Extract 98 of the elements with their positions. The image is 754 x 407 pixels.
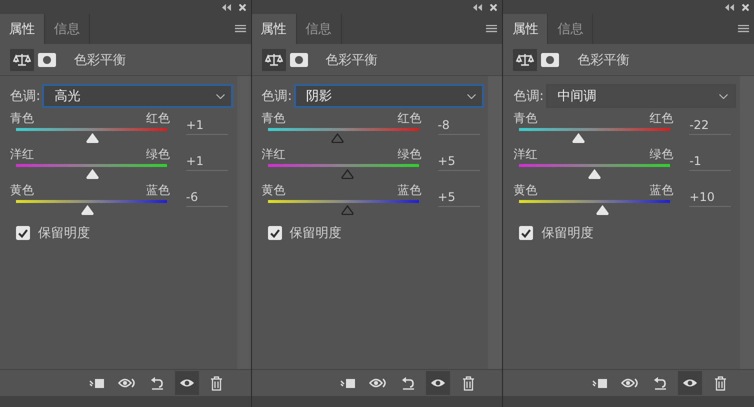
slider-left-label: 黄色 <box>262 184 286 197</box>
scroll-bar[interactable] <box>236 76 251 369</box>
slider-value-field[interactable]: +1 <box>186 148 228 171</box>
slider-value-field[interactable]: +10 <box>689 184 732 207</box>
color-slider[interactable] <box>519 200 670 216</box>
adjustment-button[interactable] <box>262 48 286 70</box>
panel-tab[interactable]: 属性 <box>252 14 297 44</box>
collapse-icon[interactable] <box>473 4 482 10</box>
slider-value-field[interactable]: -1 <box>689 148 732 171</box>
tone-label: 色调: <box>10 88 40 105</box>
slider-right-label: 红色 <box>146 112 170 125</box>
panel-tab[interactable]: 信息 <box>45 14 90 44</box>
adjustment-title: 色彩平衡 <box>74 52 126 68</box>
slider-thumb[interactable] <box>331 133 344 143</box>
toolbar-button[interactable] <box>426 371 450 395</box>
color-slider[interactable] <box>268 128 419 144</box>
scroll-bar[interactable] <box>488 76 502 369</box>
slider-right-label: 蓝色 <box>398 184 422 197</box>
slider-value-field[interactable]: -6 <box>186 184 228 207</box>
slider-right-label: 红色 <box>649 112 674 125</box>
tone-dropdown[interactable]: 阴影 <box>294 84 484 108</box>
tone-label: 色调: <box>513 88 544 105</box>
color-slider[interactable] <box>519 164 670 180</box>
tone-dropdown[interactable]: 高光 <box>42 84 233 108</box>
mask-button[interactable] <box>38 52 56 66</box>
checkbox-label: 保留明度 <box>38 225 90 242</box>
caret-icon <box>467 94 476 98</box>
slider-right-label: 绿色 <box>146 148 170 161</box>
preserve-luminosity-checkbox[interactable] <box>519 226 534 240</box>
eye-icon <box>430 377 446 389</box>
reset-icon <box>400 376 416 390</box>
panel-tab[interactable]: 属性 <box>503 14 548 44</box>
slider-right-label: 绿色 <box>398 148 422 161</box>
color-slider[interactable] <box>268 200 419 216</box>
slider-right-label: 绿色 <box>649 148 674 161</box>
clip-icon <box>340 376 356 390</box>
reset-icon <box>148 376 165 390</box>
panel-tab[interactable]: 属性 <box>0 14 45 44</box>
collapse-icon[interactable] <box>725 4 734 10</box>
eye-icon <box>682 377 698 389</box>
panel-tab[interactable]: 信息 <box>296 14 342 44</box>
slider-right-label: 蓝色 <box>649 184 674 197</box>
eye-icon <box>178 377 195 389</box>
slider-left-label: 青色 <box>513 112 538 125</box>
slider-left-label: 洋红 <box>10 148 34 161</box>
adjustment-title: 色彩平衡 <box>577 52 630 68</box>
slider-right-label: 红色 <box>398 112 422 125</box>
color-slider[interactable] <box>16 164 167 180</box>
menu-icon[interactable] <box>486 25 498 33</box>
clip-icon <box>88 376 105 390</box>
adjustment-button[interactable] <box>513 48 538 70</box>
color-slider[interactable] <box>16 128 167 144</box>
slider-value-field[interactable]: +5 <box>438 184 480 207</box>
panel-tab[interactable]: 信息 <box>548 14 594 44</box>
trash-icon <box>714 376 727 390</box>
clip-icon <box>592 376 608 390</box>
eye-arrow-icon <box>118 376 136 390</box>
toolbar-button[interactable] <box>678 371 702 395</box>
slider-value-field[interactable]: +5 <box>438 148 480 171</box>
slider-thumb[interactable] <box>340 169 354 179</box>
slider-left-label: 黄色 <box>513 184 538 197</box>
preserve-luminosity-checkbox[interactable] <box>268 226 282 240</box>
color-slider[interactable] <box>16 200 167 216</box>
slider-left-label: 青色 <box>10 112 34 125</box>
eye-arrow-icon <box>621 376 640 390</box>
slider-left-label: 洋红 <box>513 148 538 161</box>
slider-left-label: 洋红 <box>262 148 286 161</box>
slider-value-field[interactable]: -8 <box>438 112 480 135</box>
slider-right-label: 蓝色 <box>146 184 170 197</box>
mask-button[interactable] <box>290 52 308 66</box>
close-icon[interactable] <box>238 4 246 10</box>
mask-button[interactable] <box>541 52 560 66</box>
close-icon[interactable] <box>742 4 750 10</box>
checkbox-label: 保留明度 <box>541 225 594 242</box>
adjustment-button[interactable] <box>10 48 34 70</box>
color-slider[interactable] <box>519 128 670 144</box>
trash-icon <box>210 376 224 390</box>
toolbar-button[interactable] <box>174 371 199 395</box>
color-slider[interactable] <box>268 164 419 180</box>
close-icon[interactable] <box>490 4 498 10</box>
adjustment-title: 色彩平衡 <box>326 52 378 68</box>
caret-icon <box>216 94 225 98</box>
menu-icon[interactable] <box>234 25 246 33</box>
reset-icon <box>652 376 668 390</box>
checkbox-label: 保留明度 <box>290 225 342 242</box>
collapse-icon[interactable] <box>222 4 231 10</box>
eye-arrow-icon <box>369 376 388 390</box>
slider-value-field[interactable]: -22 <box>689 112 732 135</box>
tone-dropdown[interactable]: 中间调 <box>546 84 736 108</box>
tone-label: 色调: <box>262 88 292 105</box>
trash-icon <box>462 376 475 390</box>
menu-icon[interactable] <box>738 25 750 33</box>
slider-left-label: 青色 <box>262 112 286 125</box>
slider-left-label: 黄色 <box>10 184 34 197</box>
slider-thumb[interactable] <box>340 205 354 215</box>
caret-icon <box>719 94 728 98</box>
preserve-luminosity-checkbox[interactable] <box>16 226 30 240</box>
slider-value-field[interactable]: +1 <box>186 112 228 135</box>
